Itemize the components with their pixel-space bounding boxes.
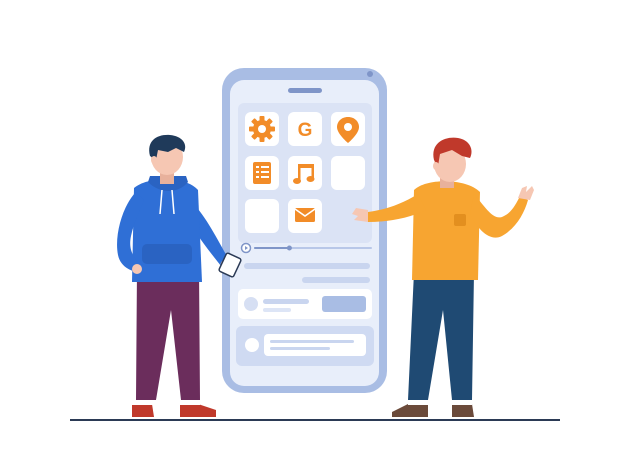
gear-icon [249,116,275,142]
google-app[interactable]: G [288,112,322,146]
mail-app[interactable] [288,199,322,233]
progress-knob[interactable] [286,245,292,251]
phone-camera [367,71,373,77]
app-tile [288,156,322,190]
phone: G [222,68,387,393]
illustration-scene: G [70,68,560,421]
text-line-placeholder [263,299,309,304]
sweater [412,181,480,280]
card-action-button[interactable] [322,296,366,312]
shoe [180,404,216,417]
phone-speaker [288,88,322,93]
text-line-placeholder [263,308,291,312]
text-line-placeholder [270,347,330,350]
shoe [132,404,154,417]
empty-app-slot [245,199,279,233]
pants [136,268,200,400]
text-line-placeholder [270,340,354,343]
shoe [452,404,474,417]
ear [433,162,439,170]
pants [408,272,474,400]
hand [518,186,534,200]
app-tile [331,156,365,190]
shoe [392,404,428,417]
card-input[interactable] [264,334,366,356]
hand [132,264,142,274]
g-letter-icon: G [298,120,313,141]
text-line-placeholder [244,263,370,269]
content-card[interactable] [236,326,374,366]
settings-app[interactable] [245,112,279,146]
hoodie-pocket [142,244,192,264]
sweater-pocket [454,214,466,226]
app-tile [245,199,279,233]
content-card[interactable] [238,289,372,319]
text-line-placeholder [302,277,370,283]
ear [151,156,157,164]
notes-app[interactable] [245,156,279,190]
maps-app[interactable] [331,112,365,146]
envelope-icon [294,208,316,222]
music-app[interactable] [288,156,322,190]
empty-app-slot [331,156,365,190]
avatar-placeholder [244,297,258,311]
hoodie [132,179,202,282]
list-icon [253,162,271,184]
progress-fill [254,247,290,249]
avatar-placeholder [245,338,259,352]
